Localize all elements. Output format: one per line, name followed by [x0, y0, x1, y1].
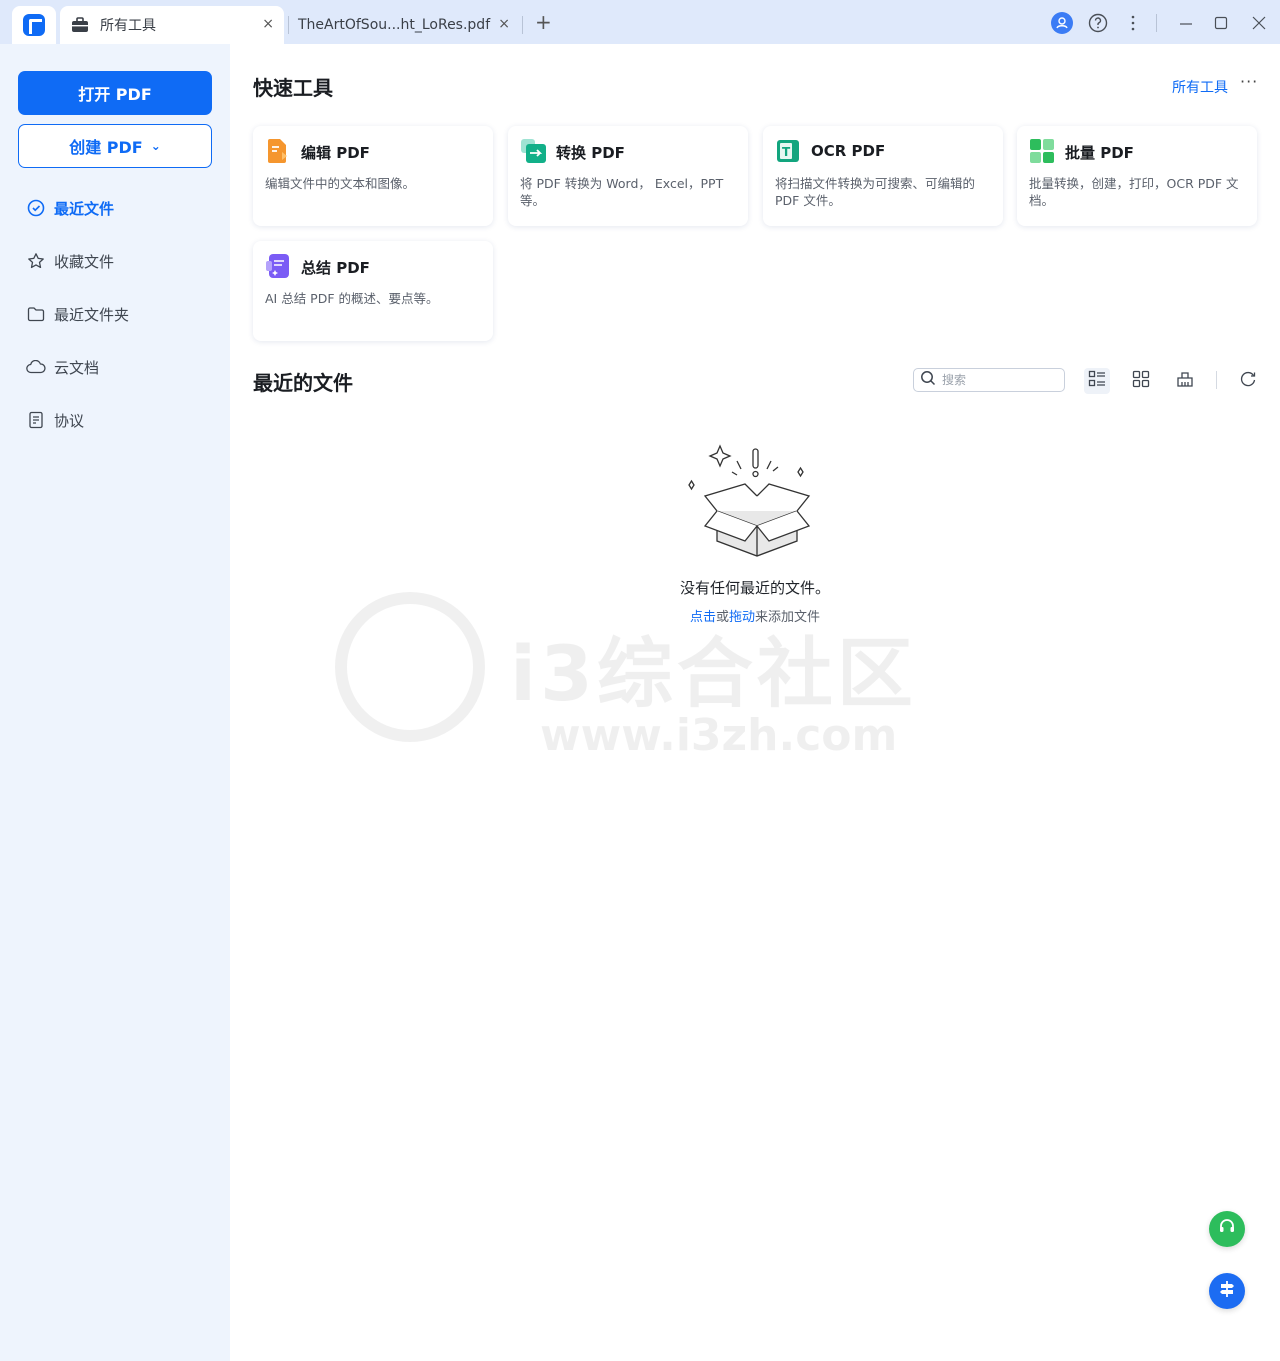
batch-pdf-icon: [1029, 138, 1055, 164]
tab-all-tools[interactable]: 所有工具 ×: [60, 6, 284, 44]
tab-divider: [522, 16, 523, 34]
empty-box-illustration: [685, 439, 815, 559]
create-pdf-label: 创建 PDF: [69, 138, 143, 157]
tool-card-title: 总结 PDF: [301, 259, 370, 277]
hint-tail: 来添加文件: [755, 610, 821, 625]
title-bar: 所有工具 × TheArtOfSou...ht_LoRes.pdf × +: [0, 0, 1280, 44]
sidebar-item-cloud-docs[interactable]: 云文档: [26, 355, 99, 379]
empty-state-message: 没有任何最近的文件。: [679, 579, 830, 597]
create-pdf-button[interactable]: 创建 PDF ⌄: [18, 124, 212, 168]
tool-card-batch-pdf[interactable]: 批量 PDF 批量转换，创建，打印，OCR PDF 文档。: [1017, 126, 1257, 226]
tool-card-title: 转换 PDF: [556, 144, 625, 162]
help-icon[interactable]: [1085, 10, 1111, 36]
search-icon: [920, 370, 936, 390]
open-pdf-button[interactable]: 打开 PDF: [18, 71, 212, 115]
app-logo[interactable]: [12, 6, 56, 44]
feedback-button[interactable]: [1209, 1273, 1245, 1309]
search-box[interactable]: [913, 368, 1065, 392]
tab-label: 所有工具: [100, 18, 156, 34]
watermark-text: i3综合社区: [510, 629, 917, 718]
empty-state-hint: 点击或拖动来添加文件: [230, 606, 1280, 625]
document-icon: [26, 410, 46, 430]
hint-or: 或: [715, 610, 729, 625]
refresh-icon: [1239, 370, 1257, 392]
tool-card-edit-pdf[interactable]: 编辑 PDF 编辑文件中的文本和图像。: [253, 126, 493, 226]
sidebar: 打开 PDF 创建 PDF ⌄ 最近文件 收藏文件 最近文件夹 云文档 协议: [0, 44, 230, 1361]
tab-divider: [288, 16, 289, 34]
tab-label: TheArtOfSou...ht_LoRes.pdf: [298, 17, 491, 33]
tab-document[interactable]: TheArtOfSou...ht_LoRes.pdf ×: [290, 6, 520, 44]
svg-text:T: T: [782, 145, 791, 159]
sidebar-item-label: 云文档: [54, 358, 100, 377]
close-window-icon[interactable]: [1246, 10, 1272, 36]
grid-view-button[interactable]: [1128, 368, 1154, 394]
all-tools-link[interactable]: 所有工具: [1172, 77, 1228, 97]
tool-card-description: 将扫描文件转换为可搜索、可编辑的 PDF 文件。: [775, 176, 976, 208]
signpost-icon: [1217, 1279, 1237, 1303]
folder-icon: [26, 304, 46, 324]
sidebar-item-recent-folders[interactable]: 最近文件夹: [26, 302, 129, 326]
edit-pdf-icon: [265, 138, 291, 164]
ocr-pdf-icon: T: [775, 138, 801, 164]
quick-tools-title: 快速工具: [253, 76, 333, 100]
tool-card-ocr-pdf[interactable]: T OCR PDF 将扫描文件转换为可搜索、可编辑的 PDF 文件。: [763, 126, 1003, 226]
more-menu-icon[interactable]: [1120, 10, 1146, 36]
title-divider: [1156, 14, 1157, 32]
search-input[interactable]: [942, 373, 1052, 387]
minimize-icon[interactable]: [1173, 10, 1199, 36]
tool-card-title: OCR PDF: [811, 142, 886, 160]
star-icon: [26, 251, 46, 271]
sidebar-item-agreements[interactable]: 协议: [26, 408, 84, 432]
tool-card-title: 编辑 PDF: [301, 144, 370, 162]
close-tab-icon[interactable]: ×: [498, 16, 510, 32]
convert-pdf-icon: [520, 138, 546, 164]
tool-card-description: 编辑文件中的文本和图像。: [265, 176, 416, 191]
sidebar-item-label: 协议: [54, 411, 85, 430]
refresh-button[interactable]: [1235, 368, 1261, 394]
pdfelement-logo-icon: [23, 14, 45, 36]
recent-files-title: 最近的文件: [253, 371, 353, 395]
close-tab-icon[interactable]: ×: [262, 16, 274, 32]
sidebar-item-favorites[interactable]: 收藏文件: [26, 249, 114, 273]
sidebar-item-label: 收藏文件: [54, 252, 115, 271]
click-to-add-link[interactable]: 点击: [690, 610, 716, 625]
watermark-url: www.i3zh.com: [540, 710, 898, 761]
drag-to-add-link[interactable]: 拖动: [729, 610, 755, 625]
more-options-icon[interactable]: ···: [1240, 72, 1258, 91]
tool-card-convert-pdf[interactable]: 转换 PDF 将 PDF 转换为 Word， Excel，PPT 等。: [508, 126, 748, 226]
tool-card-summarize-pdf[interactable]: 总结 PDF AI 总结 PDF 的概述、要点等。: [253, 241, 493, 341]
sidebar-item-recent-files[interactable]: 最近文件: [26, 196, 114, 220]
tool-card-description: 批量转换，创建，打印，OCR PDF 文档。: [1029, 176, 1239, 208]
headset-icon: [1217, 1217, 1237, 1241]
list-view-icon: [1088, 370, 1106, 392]
tool-card-description: AI 总结 PDF 的概述、要点等。: [265, 291, 439, 306]
new-tab-icon[interactable]: +: [535, 12, 552, 32]
tool-card-title: 批量 PDF: [1065, 144, 1134, 162]
support-button[interactable]: [1209, 1211, 1245, 1247]
clear-history-button[interactable]: [1172, 368, 1198, 394]
summarize-pdf-icon: [265, 253, 291, 279]
main-content: i3综合社区 www.i3zh.com 快速工具 所有工具 ··· 编辑 PDF…: [230, 44, 1280, 1361]
account-icon[interactable]: [1049, 10, 1075, 36]
toolbox-icon: [70, 15, 90, 35]
maximize-icon[interactable]: [1208, 10, 1234, 36]
sidebar-item-label: 最近文件夹: [54, 305, 130, 324]
tool-card-description: 将 PDF 转换为 Word， Excel，PPT 等。: [520, 176, 724, 208]
toolbar-divider: [1216, 371, 1217, 389]
open-pdf-label: 打开 PDF: [78, 85, 152, 104]
cloud-icon: [26, 357, 46, 377]
chevron-down-icon: ⌄: [150, 139, 161, 153]
sidebar-item-label: 最近文件: [54, 199, 115, 218]
broom-icon: [1176, 370, 1194, 392]
clock-icon: [26, 198, 46, 218]
list-view-button[interactable]: [1084, 368, 1110, 394]
grid-view-icon: [1132, 370, 1150, 392]
